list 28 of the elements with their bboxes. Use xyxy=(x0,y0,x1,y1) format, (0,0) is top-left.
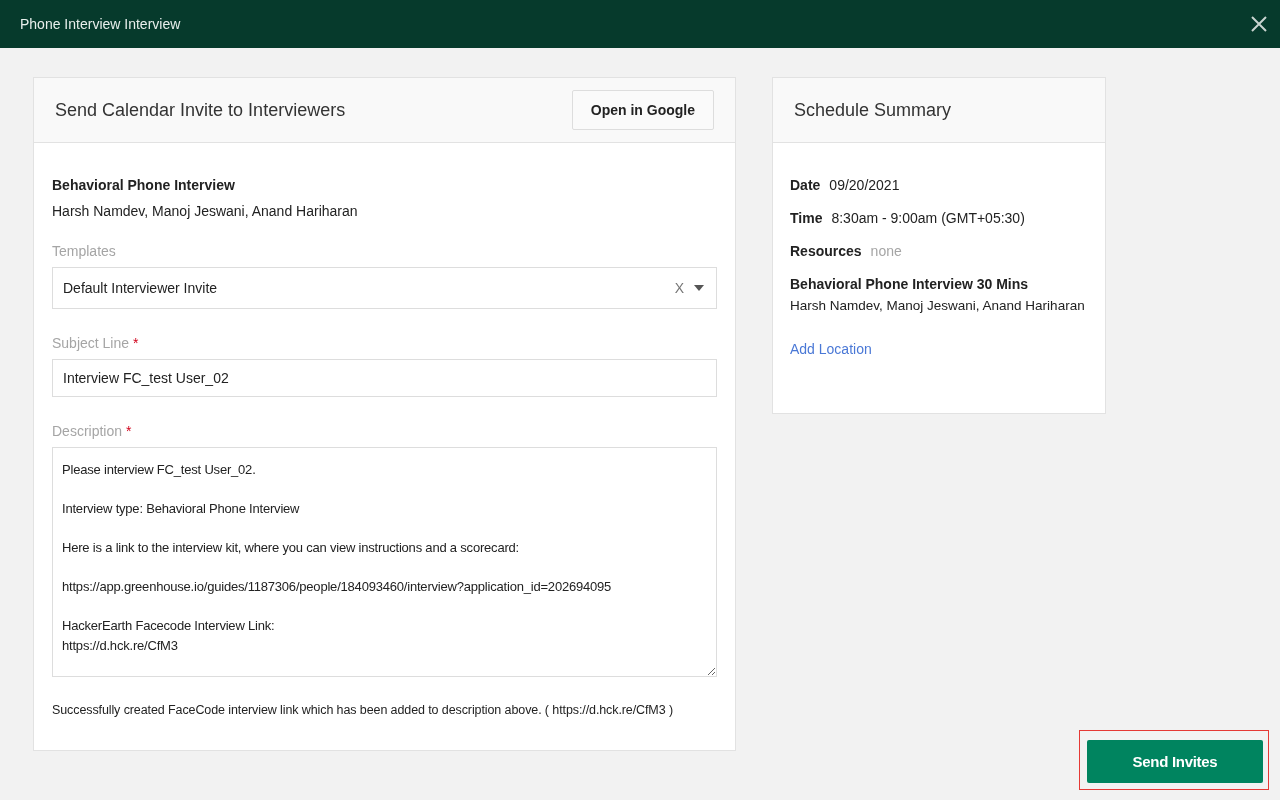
interviewer-names: Harsh Namdev, Manoj Jeswani, Anand Hariharan xyxy=(790,298,1086,313)
summary-label: Resources xyxy=(790,243,862,259)
field-label: Description xyxy=(52,423,123,439)
card-title: Schedule Summary xyxy=(794,99,952,121)
field-label: Subject Line xyxy=(52,335,130,351)
interview-name: Behavioral Phone Interview 30 Mins xyxy=(790,276,1030,292)
template-dropdown[interactable]: Default Interviewer Invite X xyxy=(52,267,717,309)
required-asterisk: * xyxy=(133,335,139,351)
required-asterisk: * xyxy=(126,423,132,439)
caret-icon xyxy=(694,285,704,291)
interview-name: Behavioral Phone Interview xyxy=(52,177,236,193)
clear-button[interactable]: X xyxy=(674,280,684,296)
card-title: Send Calendar Invite to Interviewers xyxy=(55,99,346,121)
summary-label: Time xyxy=(790,210,823,226)
summary-value: none xyxy=(870,243,902,259)
summary-label: Date xyxy=(790,177,821,193)
status-message: Successfully created FaceCode interview link which has been added to description above. ( https://d.hck.re/CfM3 ) xyxy=(52,703,674,717)
add-location-link[interactable]: Add Location xyxy=(790,341,872,357)
description-field[interactable]: Please interview FC_test User_02. Interview type: Behavioral Phone Interview Here is a link to the interview kit, where you can view instructions and a scorecard: https://app.greenhouse.io/guides/1187306/people/184093460/interview?application_id=202694095 HackerEarth Facecode Interview Link: https://d.hck.re/CfM3 xyxy=(52,447,717,677)
subject-input-field[interactable]: Interview FC_test User_02 xyxy=(52,359,717,397)
field-label: Templates xyxy=(52,243,116,259)
summary-value: 09/20/2021 xyxy=(829,177,900,193)
send-invites-button[interactable]: Send Invites xyxy=(1087,740,1263,783)
window-title: Phone Interview Interview xyxy=(20,16,181,32)
summary-value: 8:30am - 9:00am (GMT+05:30) xyxy=(831,210,1025,226)
interviewer-names: Harsh Namdev, Manoj Jeswani, Anand Hariharan xyxy=(52,203,359,219)
open-in-google-button[interactable]: Open in Google xyxy=(571,90,714,130)
close-icon xyxy=(1250,15,1268,33)
